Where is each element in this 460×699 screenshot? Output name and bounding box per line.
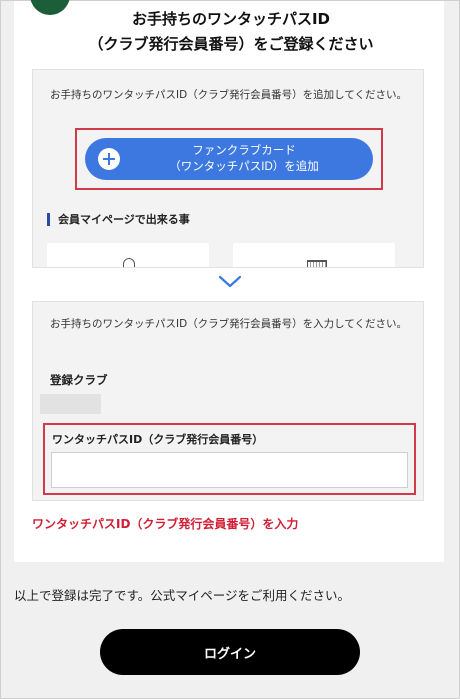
page-title-line1: お手持ちのワンタッチパスID — [131, 10, 331, 28]
club-label: 登録クラブ — [50, 373, 108, 387]
completion-message: 以上で登録は完了です。公式マイページをご利用ください。 — [14, 588, 351, 603]
annotation-note: ワンタッチパスID（クラブ発行会員番号）を入力 — [32, 517, 299, 531]
mypage-features-title: 会員マイページで出来る事 — [47, 213, 190, 226]
page-title-line2: （クラブ発行会員番号）をご登録ください — [88, 35, 374, 53]
feature-card[interactable] — [233, 243, 395, 267]
add-fanclub-card-button[interactable]: ファンクラブカード （ワンタッチパスID）を追加 — [85, 138, 373, 180]
club-value — [40, 394, 101, 414]
login-button[interactable]: ログイン — [100, 629, 360, 675]
plus-icon — [98, 148, 120, 170]
calendar-icon — [307, 260, 327, 267]
add-button-line2: （ワンタッチパスID）を追加 — [169, 161, 319, 173]
pass-id-input[interactable] — [51, 452, 408, 488]
user-icon — [123, 258, 135, 267]
pass-id-label: ワンタッチパスID（クラブ発行会員番号） — [52, 433, 264, 446]
input-pass-panel: お手持ちのワンタッチパスID（クラブ発行会員番号）を入力してください。 登録クラ… — [32, 301, 424, 501]
add-card-description: お手持ちのワンタッチパスID（クラブ発行会員番号）を追加してください。 — [50, 89, 408, 101]
add-card-panel: お手持ちのワンタッチパスID（クラブ発行会員番号）を追加してください。 ファンク… — [32, 69, 424, 268]
add-fanclub-card-label: ファンクラブカード （ワンタッチパスID）を追加 — [125, 143, 363, 175]
feature-card[interactable] — [47, 243, 209, 267]
add-button-line1: ファンクラブカード — [192, 145, 296, 157]
input-pass-description: お手持ちのワンタッチパスID（クラブ発行会員番号）を入力してください。 — [50, 318, 408, 330]
chevron-down-icon — [218, 275, 242, 288]
